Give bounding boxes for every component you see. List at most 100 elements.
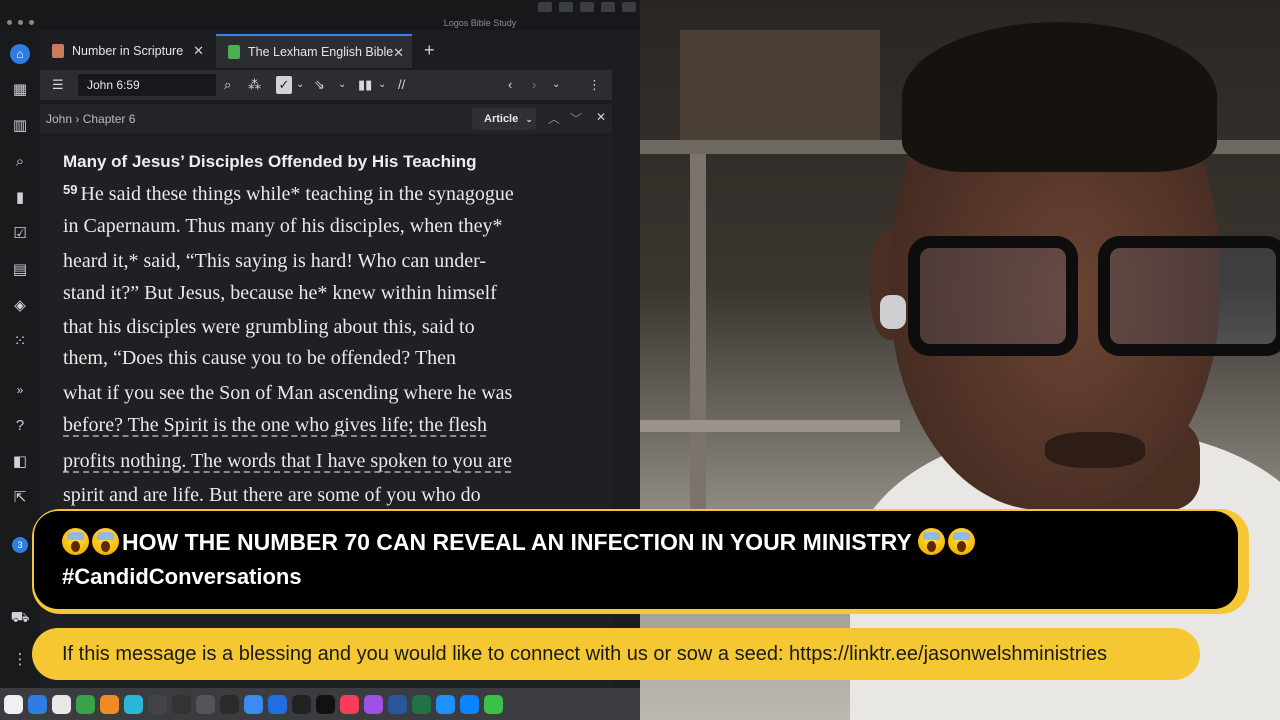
verse-number[interactable]: 59 xyxy=(63,182,77,197)
text-line: profits nothing. The words that I have s… xyxy=(63,450,512,472)
add-tab-icon[interactable]: + xyxy=(424,40,435,61)
guides-icon[interactable]: ▮ xyxy=(10,188,30,208)
close-icon[interactable]: ✕ xyxy=(393,45,404,61)
chevron-down-icon[interactable]: ﹀ xyxy=(570,110,582,127)
chevron-up-icon[interactable]: ︿ xyxy=(548,110,560,127)
glasses xyxy=(908,236,1280,366)
visual-filter-icon[interactable]: ✓ xyxy=(276,76,292,94)
panel-menu-icon[interactable]: ⋮ xyxy=(588,76,601,94)
tab-lexham-english-bible[interactable]: The Lexham English Bible ✕ xyxy=(216,34,412,68)
text-line: spirit and are life. But there are some … xyxy=(63,484,481,506)
app-icon[interactable] xyxy=(292,694,311,714)
screaming-face-icon xyxy=(947,528,975,555)
bible-icon xyxy=(228,45,240,59)
app-icon[interactable] xyxy=(436,694,455,714)
location-bar: John › Chapter 6 Article ⌄ ︿ ﹀ ✕ xyxy=(40,104,612,134)
podcasts-icon[interactable] xyxy=(364,694,383,714)
breadcrumb-separator: › xyxy=(75,112,80,126)
logos-icon[interactable] xyxy=(28,694,47,714)
shelf-board xyxy=(640,420,900,432)
chevron-down-icon[interactable]: ⌄ xyxy=(552,76,560,94)
breadcrumb[interactable]: John › Chapter 6 xyxy=(46,112,135,126)
banner-hashtag: #CandidConversations xyxy=(62,564,302,589)
people-icon[interactable]: ⁂ xyxy=(248,76,261,94)
screaming-face-icon xyxy=(62,528,89,555)
music-icon[interactable] xyxy=(340,694,359,714)
export-icon[interactable]: ⇱ xyxy=(10,488,30,508)
shelf-box xyxy=(680,30,880,140)
shelf-post xyxy=(690,154,706,514)
breadcrumb-book[interactable]: John xyxy=(46,112,72,126)
system-tray xyxy=(538,2,636,12)
text-line: in Capernaum. Thus many of his disciples… xyxy=(63,215,503,237)
word-icon[interactable] xyxy=(388,694,407,714)
tv-icon[interactable] xyxy=(316,694,335,714)
chevron-down-icon[interactable]: ⌄ xyxy=(338,76,346,94)
book-icon xyxy=(52,44,64,58)
zoom-icon[interactable] xyxy=(268,694,287,714)
glasses-lens-left xyxy=(908,236,1078,356)
tab-number-in-scripture[interactable]: Number in Scripture ✕ xyxy=(40,34,212,68)
app-icon[interactable] xyxy=(244,694,263,714)
cart-icon[interactable]: ⛟ xyxy=(10,608,30,628)
app-icon[interactable] xyxy=(196,694,215,714)
excel-icon[interactable] xyxy=(412,694,431,714)
view-mode-dropdown[interactable]: Article ⌄ xyxy=(472,108,536,130)
banner-title-row: HOW THE NUMBER 70 CAN REVEAL AN INFECTIO… xyxy=(62,528,978,556)
tab-strip: Number in Scripture ✕ The Lexham English… xyxy=(40,34,640,68)
dashboard-icon[interactable]: ▦ xyxy=(10,80,30,100)
library-icon[interactable]: ▥ xyxy=(10,116,30,136)
chevron-down-icon[interactable]: ⌄ xyxy=(378,76,386,94)
parallel-icon[interactable]: // xyxy=(398,76,405,94)
search-icon[interactable]: ⌕ xyxy=(224,76,231,94)
notes-icon[interactable] xyxy=(52,694,71,714)
forward-icon[interactable]: › xyxy=(532,76,536,94)
text-line: heard it,* said, “This saying is hard! W… xyxy=(63,250,486,272)
screaming-face-icon xyxy=(917,528,945,555)
shield-icon[interactable]: ◈ xyxy=(10,296,30,316)
notification-badge[interactable]: 3 xyxy=(12,537,28,553)
columns-icon[interactable]: ▮▮ xyxy=(358,76,372,94)
app-icon[interactable] xyxy=(484,694,503,714)
app-icon[interactable] xyxy=(172,694,191,714)
screaming-face-icon xyxy=(92,528,119,555)
text-line: 59 He said these things while* teaching i… xyxy=(63,182,514,205)
menu-icon[interactable]: ☰ xyxy=(52,76,64,94)
home-icon[interactable]: ⌂ xyxy=(10,44,30,64)
documents-icon[interactable]: ▤ xyxy=(10,260,30,280)
interlinear-icon[interactable]: ⇘ xyxy=(314,76,325,94)
help-icon[interactable]: ? xyxy=(10,416,30,436)
panel-toolbar: ☰ John 6:59 ⌕ ⁂ ✓ ⌄ ⇘ ⌄ ▮▮ ⌄ // ‹ › ⌄ ⋮ xyxy=(40,70,612,100)
text-line: them, “Does this cause you to be offende… xyxy=(63,347,457,369)
section-heading: Many of Jesus’ Disciples Offended by His… xyxy=(63,152,477,171)
close-icon[interactable]: ✕ xyxy=(193,43,204,59)
app-icon[interactable] xyxy=(124,694,143,714)
chevron-down-icon: ⌄ xyxy=(525,114,533,124)
text-line: stand it?” But Jesus, because he* knew w… xyxy=(63,282,497,304)
checklist-icon[interactable]: ☑ xyxy=(10,224,30,244)
layouts-icon[interactable]: ◧ xyxy=(10,452,30,472)
person-hair xyxy=(902,22,1217,172)
close-icon[interactable]: ✕ xyxy=(596,110,606,124)
tools-grid-icon[interactable]: ⁙ xyxy=(10,332,30,352)
person-mouth xyxy=(1045,432,1145,468)
footer-message: If this message is a blessing and you wo… xyxy=(62,643,1107,665)
expand-icon[interactable]: » xyxy=(10,380,30,400)
app-icon[interactable] xyxy=(148,694,167,714)
view-mode-label: Article xyxy=(484,113,519,125)
chevron-down-icon[interactable]: ⌄ xyxy=(296,76,304,94)
breadcrumb-chapter[interactable]: Chapter 6 xyxy=(83,112,136,126)
finder-icon[interactable] xyxy=(4,694,23,714)
banner-title: HOW THE NUMBER 70 CAN REVEAL AN INFECTIO… xyxy=(122,529,912,555)
window-title: Logos Bible Study xyxy=(443,18,517,28)
text-line: before? The Spirit is the one who gives … xyxy=(63,414,487,436)
more-icon[interactable]: ⋮ xyxy=(10,650,30,670)
earbud xyxy=(880,295,906,329)
app-icon[interactable] xyxy=(460,694,479,714)
app-icon[interactable] xyxy=(220,694,239,714)
app-icon[interactable] xyxy=(76,694,95,714)
back-icon[interactable]: ‹ xyxy=(508,76,512,94)
app-icon[interactable] xyxy=(100,694,119,714)
reference-input[interactable]: John 6:59 xyxy=(78,74,216,96)
search-icon[interactable]: ⌕ xyxy=(10,152,30,172)
